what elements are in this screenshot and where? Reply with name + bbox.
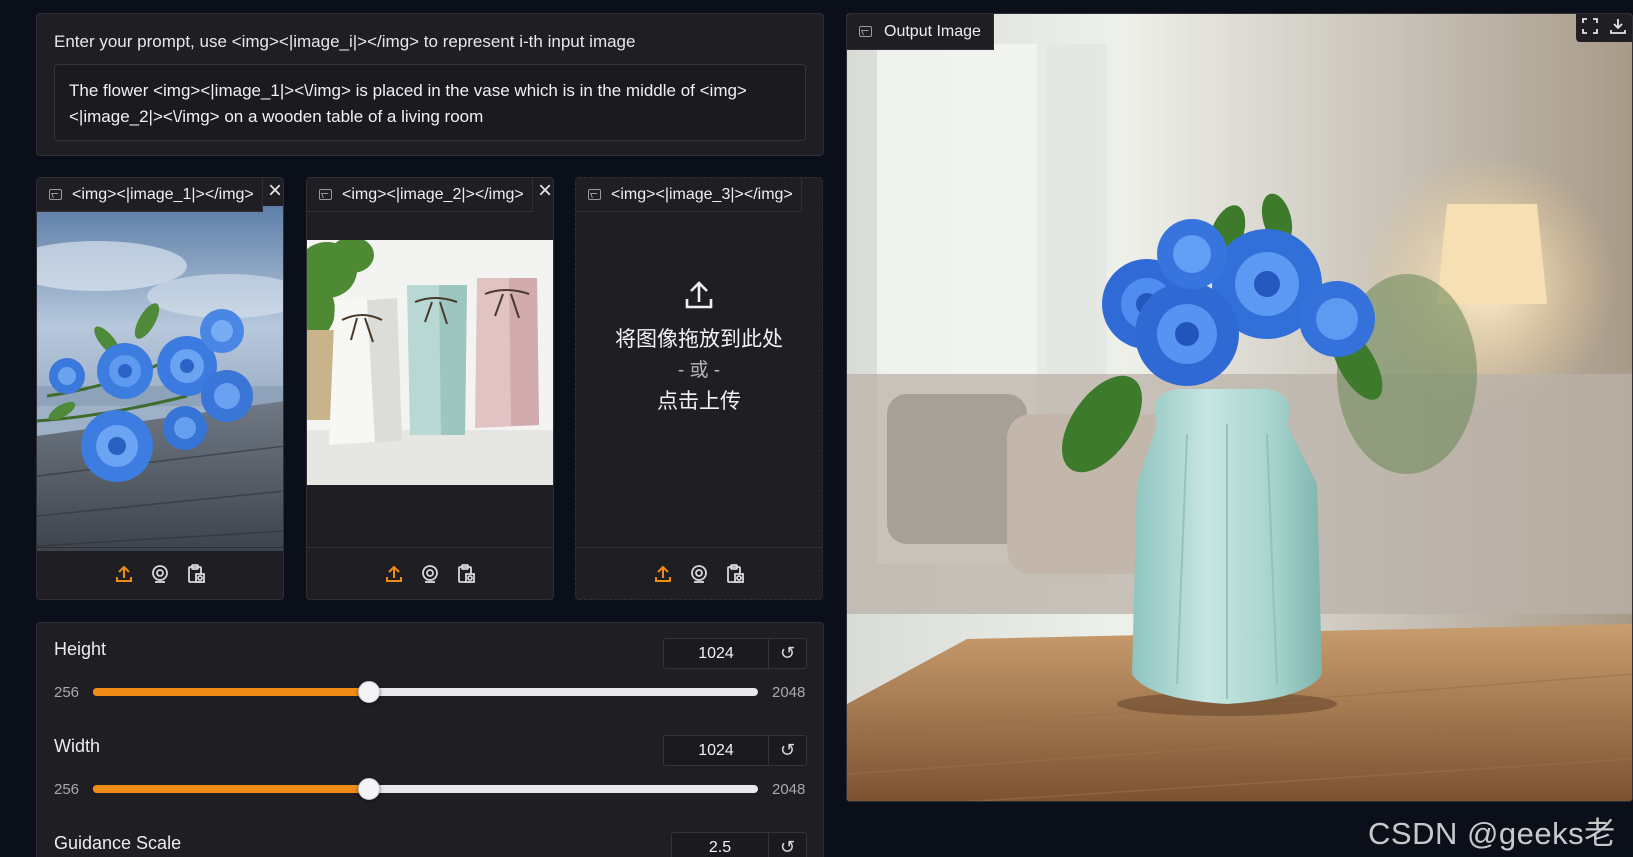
image-input-3-tab: <img><|image_3|></img>: [576, 178, 802, 212]
height-value[interactable]: 1024: [664, 639, 769, 668]
image-input-3-label: <img><|image_3|></img>: [611, 185, 793, 203]
width-slider-thumb[interactable]: [357, 778, 380, 800]
guidance-value[interactable]: 2.5: [672, 833, 769, 857]
clipboard-icon[interactable]: [456, 563, 476, 584]
reset-icon[interactable]: ↺: [769, 833, 806, 857]
height-number-input[interactable]: 1024 ↺: [663, 638, 807, 669]
width-max: 2048: [772, 781, 806, 798]
reset-icon[interactable]: ↺: [769, 639, 806, 668]
guidance-number-input[interactable]: 2.5 ↺: [671, 832, 807, 857]
guidance-scale-label: Guidance Scale: [54, 833, 182, 853]
prompt-label: Enter your prompt, use <img><|image_i|><…: [54, 32, 636, 51]
width-number-input[interactable]: 1024 ↺: [663, 735, 807, 766]
webcam-icon[interactable]: [689, 564, 709, 584]
upload-icon[interactable]: [653, 564, 673, 584]
output-image: [847, 14, 1632, 801]
width-slider[interactable]: [93, 778, 758, 800]
image-3-dropzone[interactable]: 将图像拖放到此处 - 或 - 点击上传: [576, 278, 822, 418]
prompt-panel: Enter your prompt, use <img><|image_i|><…: [36, 13, 824, 156]
clear-image-2-button[interactable]: ×: [533, 179, 557, 204]
upload-icon: [682, 278, 716, 312]
upload-icon[interactable]: [384, 564, 404, 584]
upload-icon[interactable]: [114, 564, 134, 584]
height-min: 256: [54, 684, 80, 701]
width-slider-fill: [93, 785, 369, 793]
watermark: CSDN @geeks老师: [1368, 816, 1616, 851]
height-label: Height: [54, 639, 107, 659]
image-input-3-toolbar: [576, 547, 822, 599]
width-min: 256: [54, 781, 80, 798]
output-toolbar: [1576, 14, 1632, 42]
image-input-2-label: <img><|image_2|></img>: [342, 185, 524, 203]
height-max: 2048: [772, 684, 806, 701]
image-1-preview: [37, 206, 283, 551]
output-tab: Output Image: [847, 14, 994, 50]
image-input-3: <img><|image_3|></img> 将图像拖放到此处 - 或 - 点击…: [575, 177, 823, 600]
image-input-1-tab: <img><|image_1|></img>: [37, 178, 263, 212]
image-icon: [319, 189, 332, 200]
image-icon: [588, 189, 601, 200]
reset-icon[interactable]: ↺: [769, 736, 806, 765]
drop-or-text: - 或 -: [677, 360, 721, 381]
output-label: Output Image: [884, 22, 981, 40]
webcam-icon[interactable]: [150, 564, 170, 584]
height-slider[interactable]: [93, 681, 758, 703]
clear-image-1-button[interactable]: ×: [263, 179, 287, 204]
image-2-preview: [307, 240, 553, 485]
image-icon: [859, 26, 872, 37]
image-input-1-toolbar: [37, 547, 283, 599]
image-input-2-tab: <img><|image_2|></img>: [307, 178, 533, 212]
image-icon: [49, 189, 62, 200]
prompt-textarea[interactable]: The flower <img><|image_1|><\/img> is pl…: [54, 64, 806, 141]
height-slider-thumb[interactable]: [357, 681, 380, 703]
webcam-icon[interactable]: [420, 564, 440, 584]
height-slider-fill: [93, 688, 369, 696]
fullscreen-icon[interactable]: [1582, 17, 1598, 39]
settings-panel: Height 1024 ↺ 256 2048 Width 1024 ↺ 256 …: [36, 622, 824, 857]
image-input-2: <img><|image_2|></img> ×: [306, 177, 554, 600]
output-panel: Output Image: [846, 13, 1633, 802]
clipboard-icon[interactable]: [725, 563, 745, 584]
width-value[interactable]: 1024: [664, 736, 769, 765]
download-icon[interactable]: [1610, 18, 1626, 39]
image-input-2-toolbar: [307, 547, 553, 599]
click-upload-text: 点击上传: [657, 390, 741, 413]
image-input-1-label: <img><|image_1|></img>: [72, 185, 254, 203]
drop-instruction: 将图像拖放到此处: [615, 328, 783, 351]
width-label: Width: [54, 736, 101, 756]
image-input-1: <img><|image_1|></img> ×: [36, 177, 284, 600]
clipboard-icon[interactable]: [186, 563, 206, 584]
